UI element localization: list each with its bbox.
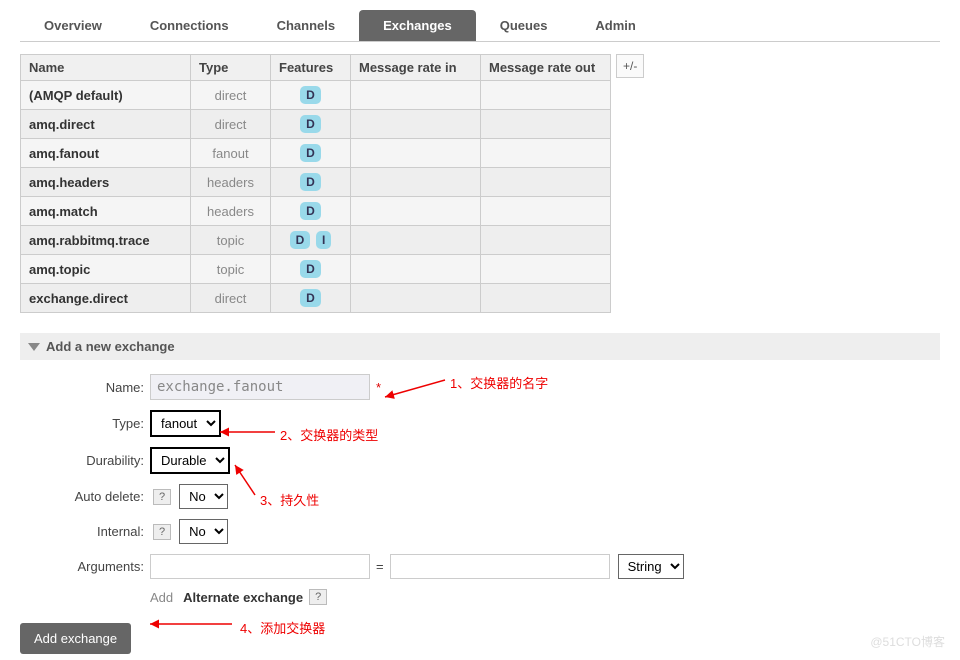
exchange-type: direct <box>191 81 271 110</box>
exchange-name[interactable]: amq.direct <box>21 110 191 139</box>
exchange-features: D <box>271 197 351 226</box>
exchange-features: D <box>271 255 351 284</box>
exchange-type: direct <box>191 284 271 313</box>
rate-out <box>481 81 611 110</box>
col-rate-out[interactable]: Message rate out <box>481 55 611 81</box>
type-label: Type: <box>20 416 150 431</box>
durability-label: Durability: <box>20 453 150 468</box>
exchange-name[interactable]: amq.match <box>21 197 191 226</box>
rate-in <box>351 197 481 226</box>
table-row[interactable]: amq.headers headers D <box>21 168 611 197</box>
rate-in <box>351 110 481 139</box>
argument-value-input[interactable] <box>390 554 610 579</box>
watermark: @51CTO博客 <box>870 633 945 650</box>
alternate-exchange-link[interactable]: Alternate exchange <box>183 590 303 605</box>
col-features[interactable]: Features <box>271 55 351 81</box>
exchange-type: headers <box>191 197 271 226</box>
exchange-type: topic <box>191 226 271 255</box>
add-argument-link[interactable]: Add <box>150 590 173 605</box>
name-label: Name: <box>20 380 150 395</box>
feature-badge-d: D <box>300 260 321 278</box>
rate-in <box>351 284 481 313</box>
tab-connections[interactable]: Connections <box>126 10 253 41</box>
table-row[interactable]: (AMQP default) direct D <box>21 81 611 110</box>
exchange-features: D I <box>271 226 351 255</box>
help-icon[interactable]: ? <box>309 589 327 605</box>
rate-in <box>351 255 481 284</box>
exchange-features: D <box>271 110 351 139</box>
autodelete-label: Auto delete: <box>20 489 150 504</box>
rate-out <box>481 226 611 255</box>
feature-badge-d: D <box>300 86 321 104</box>
internal-select[interactable]: No <box>179 519 228 544</box>
tab-channels[interactable]: Channels <box>253 10 360 41</box>
feature-badge-d: D <box>300 289 321 307</box>
feature-badge-d: D <box>300 115 321 133</box>
tab-overview[interactable]: Overview <box>20 10 126 41</box>
rate-out <box>481 110 611 139</box>
table-row[interactable]: amq.direct direct D <box>21 110 611 139</box>
rate-out <box>481 139 611 168</box>
arguments-label: Arguments: <box>20 559 150 574</box>
exchange-type: fanout <box>191 139 271 168</box>
exchange-name[interactable]: amq.rabbitmq.trace <box>21 226 191 255</box>
table-row[interactable]: amq.fanout fanout D <box>21 139 611 168</box>
rate-out <box>481 255 611 284</box>
table-row[interactable]: amq.match headers D <box>21 197 611 226</box>
col-name[interactable]: Name <box>21 55 191 81</box>
table-row[interactable]: amq.topic topic D <box>21 255 611 284</box>
chevron-down-icon <box>28 343 40 351</box>
exchange-name[interactable]: amq.topic <box>21 255 191 284</box>
feature-badge-d: D <box>300 144 321 162</box>
argument-type-select[interactable]: String <box>618 554 684 579</box>
section-title: Add a new exchange <box>46 339 175 354</box>
name-input[interactable] <box>150 374 370 400</box>
help-icon[interactable]: ? <box>153 524 171 540</box>
rate-out <box>481 284 611 313</box>
equals-sign: = <box>376 559 384 574</box>
exchange-type: topic <box>191 255 271 284</box>
exchange-features: D <box>271 81 351 110</box>
argument-key-input[interactable] <box>150 554 370 579</box>
autodelete-select[interactable]: No <box>179 484 228 509</box>
required-asterisk: * <box>376 380 381 395</box>
internal-label: Internal: <box>20 524 150 539</box>
annotation-4: 4、添加交换器 <box>240 618 325 637</box>
add-exchange-button[interactable]: Add exchange <box>20 623 131 654</box>
type-select[interactable]: fanout <box>150 410 221 437</box>
feature-badge-i: I <box>316 231 331 249</box>
tab-admin[interactable]: Admin <box>571 10 659 41</box>
rate-in <box>351 168 481 197</box>
tab-exchanges[interactable]: Exchanges <box>359 10 476 41</box>
rate-out <box>481 168 611 197</box>
exchange-features: D <box>271 139 351 168</box>
exchange-name[interactable]: amq.headers <box>21 168 191 197</box>
col-type[interactable]: Type <box>191 55 271 81</box>
table-row[interactable]: exchange.direct direct D <box>21 284 611 313</box>
exchange-name[interactable]: (AMQP default) <box>21 81 191 110</box>
tab-queues[interactable]: Queues <box>476 10 572 41</box>
durability-select[interactable]: Durable <box>150 447 230 474</box>
exchange-name[interactable]: exchange.direct <box>21 284 191 313</box>
table-row[interactable]: amq.rabbitmq.trace topic D I <box>21 226 611 255</box>
exchange-features: D <box>271 284 351 313</box>
feature-badge-d: D <box>300 173 321 191</box>
rate-in <box>351 81 481 110</box>
exchange-type: headers <box>191 168 271 197</box>
nav-tabs: Overview Connections Channels Exchanges … <box>20 10 940 42</box>
rate-out <box>481 197 611 226</box>
exchanges-table: Name Type Features Message rate in Messa… <box>20 54 611 313</box>
help-icon[interactable]: ? <box>153 489 171 505</box>
add-exchange-header[interactable]: Add a new exchange <box>20 333 940 360</box>
exchange-features: D <box>271 168 351 197</box>
columns-toggle[interactable]: +/- <box>616 54 644 78</box>
feature-badge-d: D <box>290 231 311 249</box>
exchange-type: direct <box>191 110 271 139</box>
feature-badge-d: D <box>300 202 321 220</box>
rate-in <box>351 226 481 255</box>
exchange-name[interactable]: amq.fanout <box>21 139 191 168</box>
col-rate-in[interactable]: Message rate in <box>351 55 481 81</box>
rate-in <box>351 139 481 168</box>
